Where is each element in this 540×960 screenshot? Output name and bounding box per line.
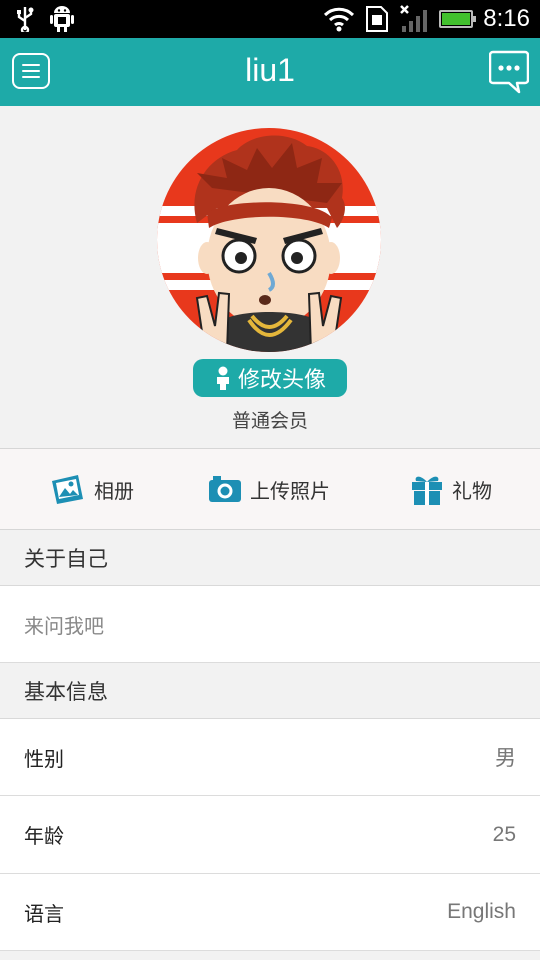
status-bar: 8:16: [0, 0, 540, 38]
profile-header: 修改头像 普通会员: [0, 106, 540, 448]
edit-avatar-label: 修改头像: [237, 368, 326, 393]
battery-icon: [439, 10, 477, 28]
avatar[interactable]: [157, 128, 381, 352]
android-debug-icon: [50, 6, 74, 32]
about-row[interactable]: 来问我吧: [0, 586, 540, 663]
about-heading: 关于自己: [0, 530, 540, 586]
usb-icon: [17, 7, 34, 32]
sim-card-icon: [366, 6, 389, 32]
gender-value: 男: [495, 747, 516, 770]
action-bar: 相册 上传照片 礼物: [0, 448, 540, 530]
album-label: 相册: [94, 478, 134, 503]
gift-button[interactable]: 礼物: [410, 449, 492, 529]
signal-icon: [400, 5, 428, 32]
about-text: 来问我吧: [24, 613, 104, 638]
wifi-icon: [324, 7, 355, 32]
language-value: English: [447, 900, 516, 923]
gender-label: 性别: [24, 746, 64, 771]
album-icon: [52, 475, 83, 504]
title-bar: liu1: [0, 38, 540, 106]
edit-avatar-button[interactable]: 修改头像: [193, 359, 347, 397]
page-title: liu1: [245, 52, 295, 88]
gift-label: 礼物: [452, 478, 492, 503]
basic-info-heading: 基本信息: [0, 663, 540, 719]
upload-photo-button[interactable]: 上传照片: [208, 449, 330, 529]
age-row[interactable]: 年龄 25: [0, 796, 540, 874]
upload-photo-label: 上传照片: [250, 478, 330, 503]
member-level: 普通会员: [231, 410, 308, 432]
language-row[interactable]: 语言 English: [0, 874, 540, 951]
gender-row[interactable]: 性别 男: [0, 719, 540, 796]
status-time: 8:16: [483, 5, 530, 32]
album-button[interactable]: 相册: [50, 449, 134, 529]
age-label: 年龄: [24, 824, 64, 848]
gift-icon: [412, 476, 442, 505]
chat-icon[interactable]: [489, 50, 529, 94]
age-value: 25: [492, 822, 516, 846]
language-label: 语言: [24, 901, 64, 926]
person-icon: [216, 366, 229, 390]
camera-icon: [209, 476, 241, 502]
